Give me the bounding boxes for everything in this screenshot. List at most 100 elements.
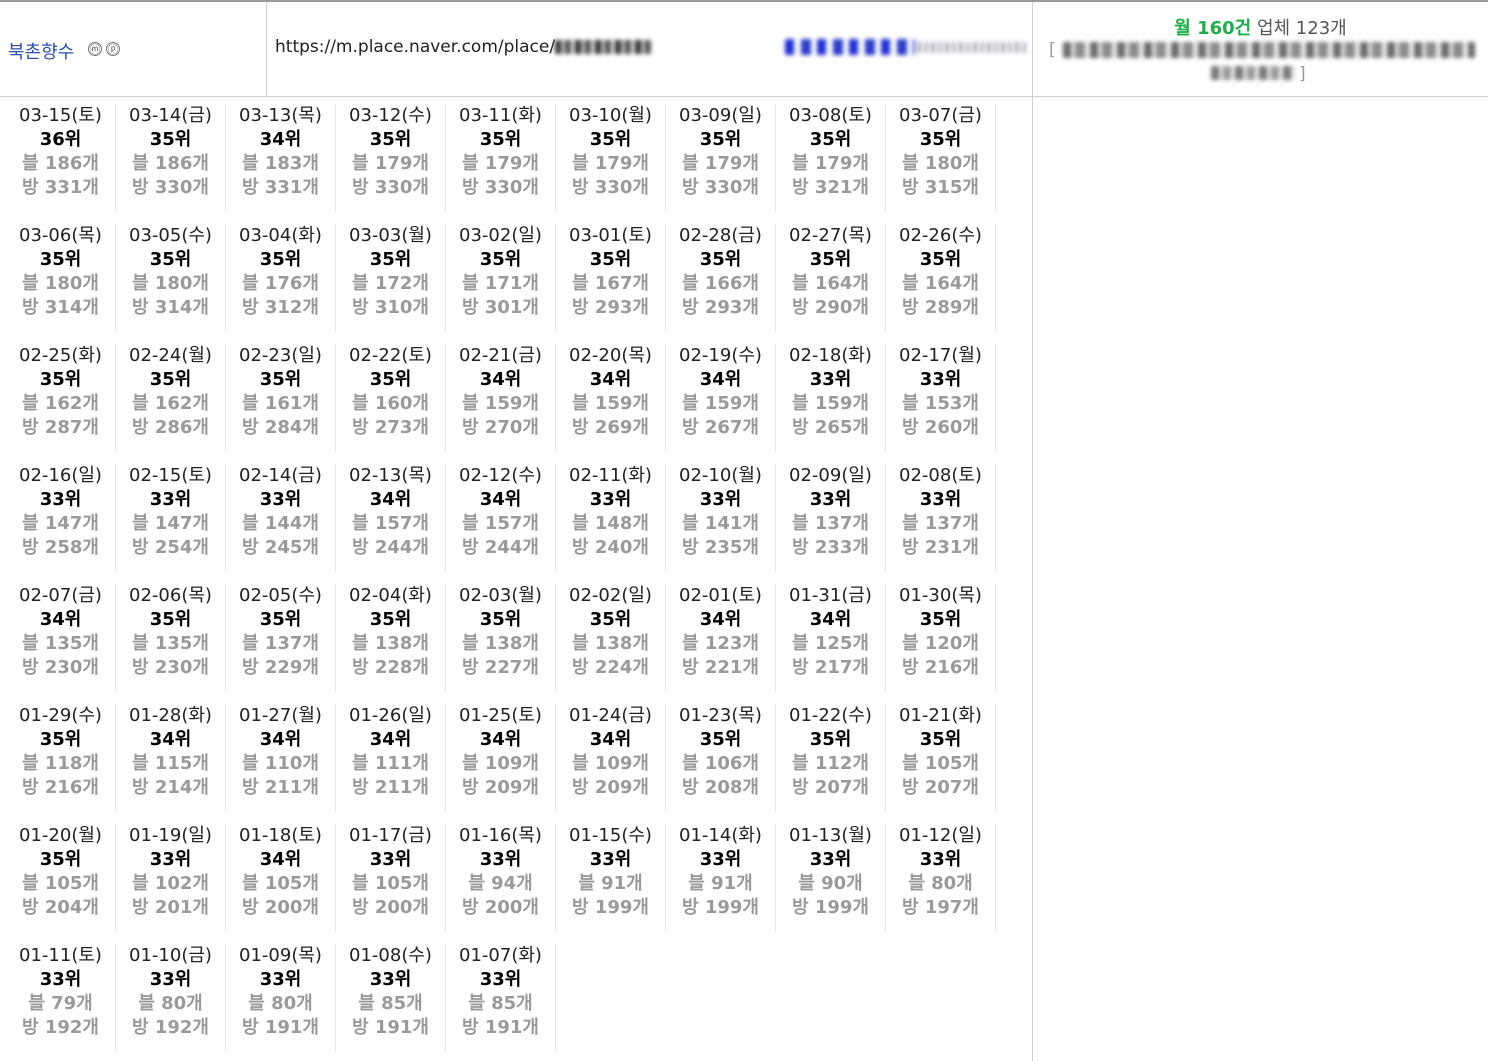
day-date: 01-14(화) [679,825,762,846]
day-visit-count: 방 197개 [902,897,979,918]
url-cell: https://m.place.naver.com/place/ [267,2,1032,96]
day-date: 02-01(토) [679,585,762,606]
day-rank: 35위 [369,129,412,150]
place-url-link[interactable]: https://m.place.naver.com/place/ [275,37,652,57]
day-blog-count: 블 179개 [572,153,649,174]
day-visit-count: 방 287개 [22,417,99,438]
day-date: 01-07(화) [459,945,542,966]
day-blog-count: 블 180개 [22,273,99,294]
mobile-badge-icon[interactable]: ⓜ [88,42,102,56]
day-blog-count: 블 167개 [572,273,649,294]
day-visit-count: 방 216개 [22,777,99,798]
day-date: 01-12(일) [899,825,982,846]
pc-badge-icon[interactable]: ⓟ [106,42,120,56]
day-cell: 01-09(목) 33위 블 80개 방 191개 [226,944,336,1052]
day-cell: 02-17(월) 33위 블 153개 방 260개 [886,344,996,452]
day-cell: 01-27(월) 34위 블 110개 방 211개 [226,704,336,812]
day-visit-count: 방 224개 [572,657,649,678]
day-visit-count: 방 330개 [132,177,209,198]
day-cell: 02-26(수) 35위 블 164개 방 289개 [886,224,996,332]
day-blog-count: 블 157개 [352,513,429,534]
day-blog-count: 블 135개 [132,633,209,654]
day-visit-count: 방 199개 [682,897,759,918]
day-visit-count: 방 293개 [682,297,759,318]
day-blog-count: 블 94개 [468,873,533,894]
day-date: 02-13(목) [349,465,432,486]
day-visit-count: 방 267개 [682,417,759,438]
day-cell: 03-08(토) 35위 블 179개 방 321개 [776,104,886,212]
day-blog-count: 블 164개 [902,273,979,294]
day-visit-count: 방 314개 [22,297,99,318]
day-visit-count: 방 230개 [132,657,209,678]
place-name-link[interactable]: 북촌향수 [8,38,74,64]
day-blog-count: 블 179개 [462,153,539,174]
monthly-count: 월 160건 [1174,18,1252,39]
day-blog-count: 블 183개 [242,153,319,174]
day-date: 02-24(월) [129,345,212,366]
day-cell: 01-29(수) 35위 블 118개 방 216개 [6,704,116,812]
day-date: 01-16(목) [459,825,542,846]
day-cell: 02-22(토) 35위 블 160개 방 273개 [336,344,446,452]
day-blog-count: 블 180개 [132,273,209,294]
day-visit-count: 방 192개 [22,1017,99,1038]
day-rank: 35위 [259,609,302,630]
day-rank: 35위 [809,129,852,150]
day-date: 01-22(수) [789,705,872,726]
day-date: 02-20(목) [569,345,652,366]
day-cell: 02-28(금) 35위 블 166개 방 293개 [666,224,776,332]
day-visit-count: 방 269개 [572,417,649,438]
day-date: 01-28(화) [129,705,212,726]
day-visit-count: 방 230개 [22,657,99,678]
day-cell: 01-11(토) 33위 블 79개 방 192개 [6,944,116,1052]
day-cell: 02-20(목) 34위 블 159개 방 269개 [556,344,666,452]
day-blog-count: 블 91개 [688,873,753,894]
day-date: 02-09(일) [789,465,872,486]
day-cell: 02-02(일) 35위 블 138개 방 224개 [556,584,666,692]
day-visit-count: 방 289개 [902,297,979,318]
day-rank: 34위 [699,369,742,390]
day-cell: 01-31(금) 34위 블 125개 방 217개 [776,584,886,692]
day-cell: 03-06(목) 35위 블 180개 방 314개 [6,224,116,332]
day-date: 02-04(화) [349,585,432,606]
day-cell: 02-24(월) 35위 블 162개 방 286개 [116,344,226,452]
day-rank: 35위 [149,129,192,150]
day-date: 03-14(금) [129,105,212,126]
day-visit-count: 방 270개 [462,417,539,438]
day-rank: 34위 [259,849,302,870]
day-date: 03-03(월) [349,225,432,246]
day-blog-count: 블 138개 [572,633,649,654]
day-blog-count: 블 105개 [902,753,979,774]
day-cell: 02-07(금) 34위 블 135개 방 230개 [6,584,116,692]
day-rank: 33위 [919,489,962,510]
day-rank: 34위 [259,729,302,750]
day-visit-count: 방 293개 [572,297,649,318]
day-rank: 35위 [259,249,302,270]
day-blog-count: 블 105개 [22,873,99,894]
day-visit-count: 방 244개 [352,537,429,558]
bracket-close: ] [1299,64,1306,84]
day-cell: 01-18(토) 34위 블 105개 방 200개 [226,824,336,932]
day-rank: 33위 [919,369,962,390]
day-visit-count: 방 301개 [462,297,539,318]
day-rank: 34위 [479,489,522,510]
day-date: 02-18(화) [789,345,872,366]
day-blog-count: 블 164개 [792,273,869,294]
day-date: 01-27(월) [239,705,322,726]
day-visit-count: 방 245개 [242,537,319,558]
day-blog-count: 블 159개 [792,393,869,414]
day-rank: 35위 [809,249,852,270]
day-blog-count: 블 80개 [138,993,203,1014]
day-date: 02-23(일) [239,345,322,366]
day-blog-count: 블 160개 [352,393,429,414]
place-url-text: https://m.place.naver.com/place/ [275,37,556,57]
day-visit-count: 방 209개 [572,777,649,798]
day-cell: 03-02(일) 35위 블 171개 방 301개 [446,224,556,332]
day-rank: 35위 [149,249,192,270]
day-rank: 35위 [39,849,82,870]
day-cell: 01-08(수) 33위 블 85개 방 191개 [336,944,446,1052]
day-visit-count: 방 286개 [132,417,209,438]
day-cell: 01-20(월) 35위 블 105개 방 204개 [6,824,116,932]
day-date: 02-10(월) [679,465,762,486]
day-visit-count: 방 200개 [352,897,429,918]
day-date: 01-15(수) [569,825,652,846]
